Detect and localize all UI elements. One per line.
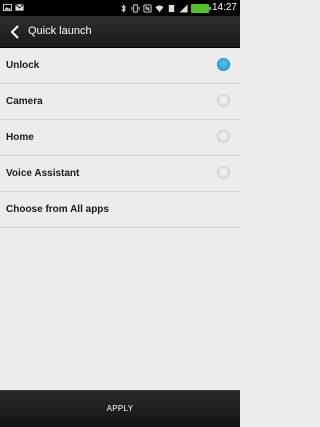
option-label: Unlock xyxy=(6,60,40,71)
page-title: Quick launch xyxy=(28,25,92,37)
chevron-left-icon[interactable] xyxy=(9,24,21,40)
option-label: Voice Assistant xyxy=(6,168,80,179)
action-bar: Quick launch xyxy=(0,16,240,48)
option-camera[interactable]: Camera xyxy=(0,84,240,120)
option-label: Home xyxy=(6,132,34,143)
apply-button[interactable]: APPLY xyxy=(0,391,240,427)
battery-icon xyxy=(190,3,211,13)
option-voice-assistant[interactable]: Voice Assistant xyxy=(0,156,240,192)
nfc-icon xyxy=(143,3,152,13)
option-unlock[interactable]: Unlock xyxy=(0,48,240,84)
wifi-icon xyxy=(155,4,164,12)
image-icon xyxy=(3,3,12,12)
clock: 14:27 xyxy=(211,2,237,13)
radio-button-selected[interactable] xyxy=(217,58,230,71)
radio-button[interactable] xyxy=(217,130,230,143)
status-right-icons: 14:27 xyxy=(119,2,237,14)
bottom-bar: APPLY xyxy=(0,390,240,427)
quick-launch-options: Unlock Camera Home Voice Assistant Choos… xyxy=(0,48,240,228)
sd-icon xyxy=(168,4,175,12)
radio-button[interactable] xyxy=(217,166,230,179)
status-left-icons xyxy=(3,3,24,12)
option-label: Choose from All apps xyxy=(6,204,109,215)
signal-icon xyxy=(179,3,188,13)
vibrate-icon xyxy=(131,3,140,13)
radio-button[interactable] xyxy=(217,94,230,107)
option-label: Camera xyxy=(6,96,43,107)
gmail-icon xyxy=(15,4,24,11)
status-bar: 14:27 xyxy=(0,0,240,16)
option-choose-from-all-apps[interactable]: Choose from All apps xyxy=(0,192,240,228)
bluetooth-icon xyxy=(121,3,126,13)
option-home[interactable]: Home xyxy=(0,120,240,156)
